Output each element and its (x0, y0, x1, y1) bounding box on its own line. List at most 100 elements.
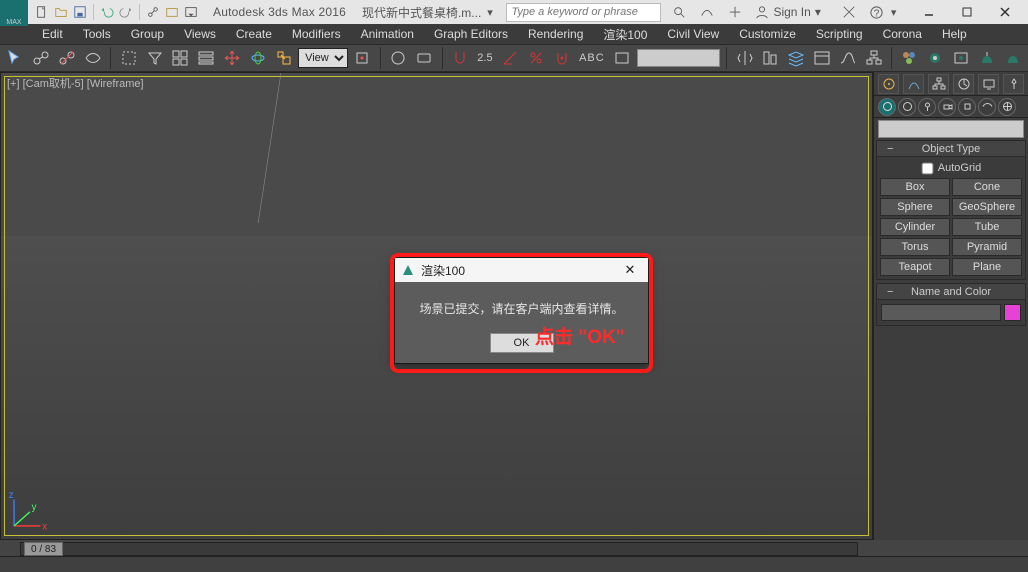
select-scale-icon[interactable] (272, 46, 295, 70)
rollout-header-object-type[interactable]: −Object Type (877, 141, 1025, 157)
open-file-icon[interactable] (53, 4, 69, 20)
title-dropdown-icon[interactable]: ▾ (487, 6, 493, 19)
bind-spacewarp-icon[interactable] (81, 46, 104, 70)
btn-cylinder[interactable]: Cylinder (880, 218, 950, 236)
save-icon[interactable] (72, 4, 88, 20)
curve-editor-icon[interactable] (836, 46, 859, 70)
sub-helpers-icon[interactable] (958, 98, 976, 116)
select-all-icon[interactable] (169, 46, 192, 70)
menu-edit[interactable]: Edit (32, 24, 73, 44)
sub-lights-icon[interactable] (918, 98, 936, 116)
btn-geosphere[interactable]: GeoSphere (952, 198, 1022, 216)
pivot-icon[interactable] (351, 46, 374, 70)
tab-create-icon[interactable] (878, 74, 899, 94)
percent-snap-icon[interactable] (524, 46, 547, 70)
unlink-icon[interactable] (56, 46, 79, 70)
menu-civil-view[interactable]: Civil View (657, 24, 729, 44)
keyboard-shortcut-icon[interactable] (413, 46, 436, 70)
btn-plane[interactable]: Plane (952, 258, 1022, 276)
render-setup-icon[interactable] (924, 46, 947, 70)
btn-sphere[interactable]: Sphere (880, 198, 950, 216)
search-button-icon[interactable] (669, 2, 689, 22)
angle-snap-icon[interactable] (499, 46, 522, 70)
redo-icon[interactable] (118, 4, 134, 20)
project-icon[interactable] (164, 4, 180, 20)
layer-explorer-icon[interactable] (811, 46, 834, 70)
select-by-name-icon[interactable] (195, 46, 218, 70)
sub-cameras-icon[interactable] (938, 98, 956, 116)
align-icon[interactable] (759, 46, 782, 70)
help-search-field[interactable] (511, 6, 656, 18)
close-button[interactable] (986, 0, 1024, 24)
menu-scripting[interactable]: Scripting (806, 24, 873, 44)
layers-icon[interactable] (785, 46, 808, 70)
menu-animation[interactable]: Animation (351, 24, 424, 44)
object-name-input[interactable] (881, 304, 1001, 321)
primitive-category-dropdown[interactable]: Standard Primitives▾ (878, 120, 1024, 138)
sub-spacewarps-icon[interactable] (978, 98, 996, 116)
dialog-titlebar[interactable]: 渲染100 ✕ (395, 258, 648, 282)
render-production-icon[interactable] (976, 46, 999, 70)
menu-tools[interactable]: Tools (73, 24, 121, 44)
select-filter-icon[interactable] (143, 46, 166, 70)
select-manipulate-icon[interactable] (387, 46, 410, 70)
menu-help[interactable]: Help (932, 24, 977, 44)
time-slider-current[interactable]: 0 / 83 (24, 542, 63, 556)
help-icon[interactable]: ? (867, 2, 887, 22)
btn-box[interactable]: Box (880, 178, 950, 196)
tab-motion-icon[interactable] (953, 74, 974, 94)
time-slider[interactable]: 0 / 83 (20, 542, 858, 556)
btn-teapot[interactable]: Teapot (880, 258, 950, 276)
sub-systems-icon[interactable] (998, 98, 1016, 116)
btn-pyramid[interactable]: Pyramid (952, 238, 1022, 256)
minimize-button[interactable] (910, 0, 948, 24)
material-editor-icon[interactable] (898, 46, 921, 70)
rollout-header-name-color[interactable]: −Name and Color (877, 284, 1025, 300)
btn-torus[interactable]: Torus (880, 238, 950, 256)
menu-corona[interactable]: Corona (873, 24, 932, 44)
link-icon[interactable] (145, 4, 161, 20)
new-file-icon[interactable] (34, 4, 50, 20)
connect-icon[interactable] (697, 2, 717, 22)
undo-icon[interactable] (99, 4, 115, 20)
menu-render100[interactable]: 渲染100 (593, 24, 657, 44)
schematic-view-icon[interactable] (862, 46, 885, 70)
help-dropdown-icon[interactable]: ▾ (891, 6, 897, 19)
workspace-dropdown-icon[interactable] (183, 4, 199, 20)
menu-group[interactable]: Group (121, 24, 174, 44)
select-move-icon[interactable] (221, 46, 244, 70)
sign-in-button[interactable]: Sign In ▾ (755, 5, 820, 19)
sub-geometry-icon[interactable] (878, 98, 896, 116)
menu-create[interactable]: Create (226, 24, 282, 44)
sub-shapes-icon[interactable] (898, 98, 916, 116)
render-frame-icon[interactable] (950, 46, 973, 70)
tab-hierarchy-icon[interactable] (928, 74, 949, 94)
menu-rendering[interactable]: Rendering (518, 24, 593, 44)
help-search-input[interactable] (506, 3, 661, 22)
select-link-icon[interactable] (30, 46, 53, 70)
exchange-icon[interactable] (725, 2, 745, 22)
select-object-icon[interactable] (4, 46, 27, 70)
select-region-icon[interactable] (117, 46, 140, 70)
btn-tube[interactable]: Tube (952, 218, 1022, 236)
select-rotate-icon[interactable] (246, 46, 269, 70)
edit-named-sel-icon[interactable] (611, 46, 634, 70)
mirror-icon[interactable] (733, 46, 756, 70)
snap-toggle-icon[interactable] (448, 46, 471, 70)
tab-modify-icon[interactable] (903, 74, 924, 94)
named-selection-dropdown[interactable]: Create Selection Se (637, 49, 721, 67)
btn-cone[interactable]: Cone (952, 178, 1022, 196)
dialog-close-button[interactable]: ✕ (618, 258, 642, 282)
tab-display-icon[interactable] (978, 74, 999, 94)
menu-customize[interactable]: Customize (729, 24, 806, 44)
autogrid-checkbox[interactable]: AutoGrid (880, 160, 1022, 176)
render-last-icon[interactable] (1001, 46, 1024, 70)
object-color-swatch[interactable] (1004, 304, 1021, 321)
menu-graph-editors[interactable]: Graph Editors (424, 24, 518, 44)
menu-modifiers[interactable]: Modifiers (282, 24, 351, 44)
coord-system-dropdown[interactable]: View (298, 48, 348, 68)
exchange-store-icon[interactable] (839, 2, 859, 22)
menu-views[interactable]: Views (174, 24, 226, 44)
maximize-button[interactable] (948, 0, 986, 24)
tab-utilities-icon[interactable] (1003, 74, 1024, 94)
